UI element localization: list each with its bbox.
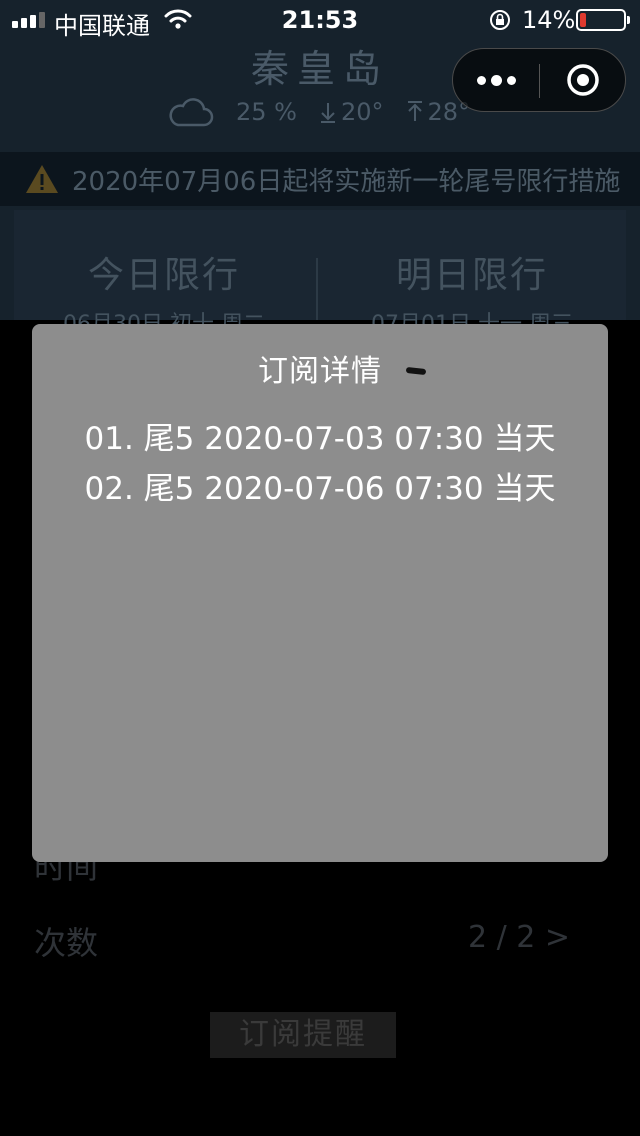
status-bar: 中国联通 21:53 14% [0, 0, 640, 40]
subscription-detail-modal: 订阅详情 01. 尾5 2020-07-03 07:30 当天 02. 尾5 20… [32, 324, 608, 862]
subscription-item[interactable]: 02. 尾5 2020-07-06 07:30 当天 [32, 464, 608, 514]
humidity-value: 25 % [236, 98, 297, 126]
battery-percent: 14% [522, 6, 576, 34]
today-limit[interactable]: 今日限行 06月30日 初十 周二 [14, 210, 314, 337]
limit-divider [316, 258, 318, 320]
limit-card: 今日限行 06月30日 初十 周二 明日限行 07月01日 十一 周三 [14, 210, 626, 337]
count-row-value[interactable]: 2 / 2 > [468, 920, 570, 955]
count-row-label[interactable]: 次数 [34, 918, 98, 964]
battery-level [580, 13, 586, 27]
today-limit-title: 今日限行 [87, 255, 240, 296]
tomorrow-limit-title: 明日限行 [395, 255, 548, 296]
subscription-list: 01. 尾5 2020-07-03 07:30 当天 02. 尾5 2020-07… [32, 414, 608, 514]
subscription-item[interactable]: 01. 尾5 2020-07-03 07:30 当天 [32, 414, 608, 464]
tomorrow-limit[interactable]: 明日限行 07月01日 十一 周三 [322, 210, 622, 337]
rotation-lock-icon [490, 10, 510, 30]
capsule-menu [452, 48, 626, 112]
notice-banner[interactable]: 2020年07月06日起将实施新一轮尾号限行措施 [0, 152, 640, 206]
subscribe-button[interactable]: 订阅提醒 [210, 1012, 396, 1058]
battery-icon [576, 9, 630, 31]
close-miniprogram-icon[interactable] [540, 49, 626, 111]
notice-text: 2020年07月06日起将实施新一轮尾号限行措施 [72, 166, 621, 197]
more-icon[interactable] [453, 49, 539, 111]
temp-low-group: 20° [319, 98, 384, 126]
arrow-down-icon [320, 103, 335, 123]
arrow-up-icon [407, 101, 422, 121]
modal-title: 订阅详情 [258, 354, 382, 389]
cloud-icon [169, 98, 214, 127]
temp-low: 20° [340, 98, 384, 126]
weather-summary: 25 % 20° 28° [168, 92, 470, 132]
warning-icon [26, 165, 58, 193]
